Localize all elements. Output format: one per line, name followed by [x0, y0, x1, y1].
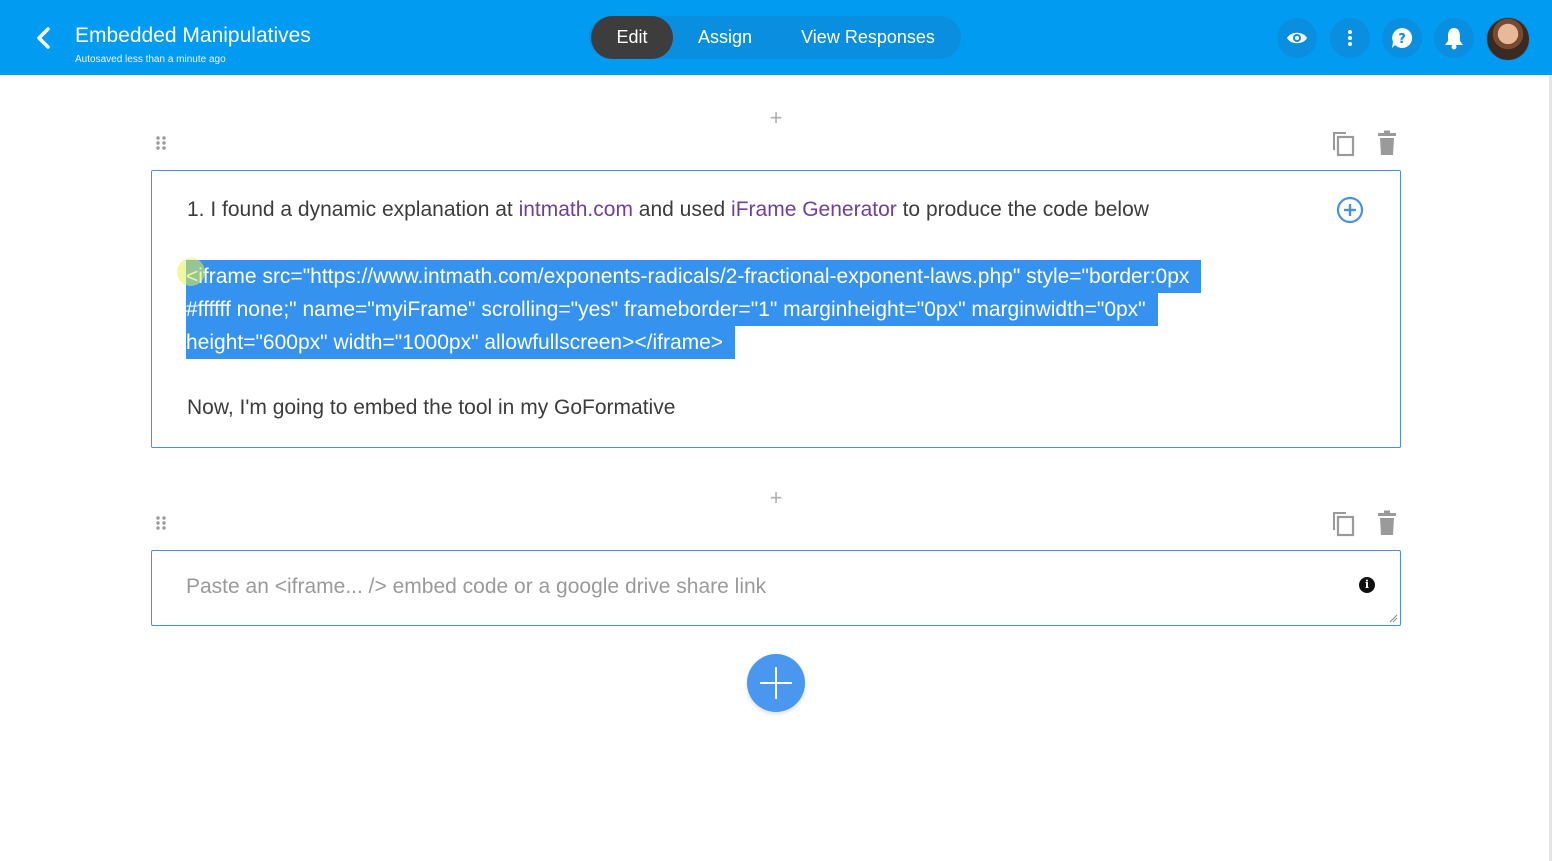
question-1-prefix: 1. I found a dynamic explanation at: [187, 198, 519, 221]
drag-handle-icon[interactable]: [155, 135, 167, 151]
eye-icon: [1287, 32, 1307, 44]
embed-placeholder: Paste an <iframe... /> embed code or a g…: [186, 575, 767, 598]
bell-icon: [1445, 28, 1463, 50]
question-card-1[interactable]: 1. I found a dynamic explanation at intm…: [151, 170, 1401, 448]
resize-grip-icon[interactable]: [1388, 613, 1398, 623]
tab-view-responses[interactable]: View Responses: [785, 16, 951, 59]
trash-icon[interactable]: [1374, 509, 1400, 537]
mode-switch: Edit Assign View Responses: [589, 16, 961, 59]
question-1-middle: and used: [632, 198, 732, 221]
mouse-cursor-highlight: [177, 258, 205, 286]
insert-question-between-button[interactable]: +: [766, 487, 786, 509]
copy-icon[interactable]: [1330, 509, 1356, 537]
more-vertical-icon: [1348, 30, 1352, 46]
embed-code-input[interactable]: Paste an <iframe... /> embed code or a g…: [151, 550, 1401, 626]
tab-assign[interactable]: Assign: [683, 16, 767, 59]
autosave-status: Autosaved less than a minute ago: [75, 54, 226, 65]
notifications-button[interactable]: [1434, 18, 1474, 58]
info-icon[interactable]: i: [1359, 577, 1375, 593]
help-chat-icon: ?: [1392, 27, 1413, 48]
copy-icon[interactable]: [1330, 129, 1356, 157]
add-question-button[interactable]: [747, 654, 805, 712]
question-1-closing-text[interactable]: Now, I'm going to embed the tool in my G…: [187, 396, 675, 420]
selected-code-line-2[interactable]: #ffffff none;" name="myiFrame" scrolling…: [186, 293, 1158, 326]
preview-button[interactable]: [1277, 18, 1317, 58]
selected-code-line-1[interactable]: <iframe src="https://www.intmath.com/exp…: [186, 260, 1202, 293]
svg-text:?: ?: [1398, 32, 1406, 47]
back-button[interactable]: [28, 22, 60, 54]
selected-code-line-3[interactable]: height="600px" width="1000px" allowfulls…: [186, 326, 736, 359]
drag-handle-icon[interactable]: [155, 515, 167, 531]
trash-icon[interactable]: [1374, 129, 1400, 157]
more-options-button[interactable]: [1330, 18, 1370, 58]
iframe-generator-link[interactable]: iFrame Generator: [731, 198, 897, 221]
page-title: Embedded Manipulatives: [75, 24, 311, 47]
question-1-text[interactable]: 1. I found a dynamic explanation at intm…: [187, 198, 1149, 222]
help-button[interactable]: ?: [1382, 18, 1422, 58]
intmath-link[interactable]: intmath.com: [519, 198, 633, 221]
add-circle-icon[interactable]: [1336, 196, 1364, 224]
user-avatar[interactable]: [1486, 17, 1530, 61]
chevron-left-icon: [37, 27, 50, 49]
tab-edit[interactable]: Edit: [591, 16, 673, 59]
top-bar: Embedded Manipulatives Autosaved less th…: [0, 0, 1552, 75]
plus-icon: [760, 667, 792, 699]
insert-question-above-button[interactable]: +: [766, 107, 786, 129]
question-1-suffix: to produce the code below: [896, 198, 1149, 221]
